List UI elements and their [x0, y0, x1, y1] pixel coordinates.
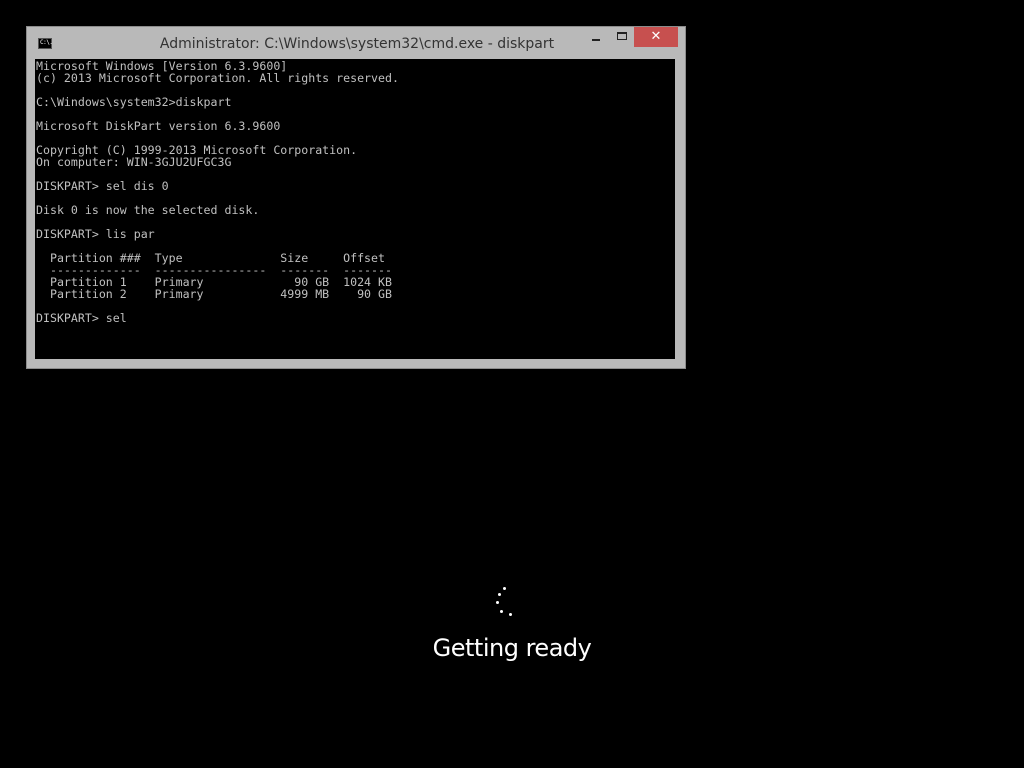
- cmd-window[interactable]: C:\. Administrator: C:\Windows\system32\…: [26, 26, 686, 369]
- spinner-dot: [496, 601, 499, 604]
- close-icon: ✕: [650, 29, 662, 44]
- title-bar[interactable]: C:\. Administrator: C:\Windows\system32\…: [27, 27, 685, 59]
- status-text: Getting ready: [432, 634, 592, 662]
- console-line: DISKPART> sel dis 0: [36, 179, 169, 193]
- console-line: (c) 2013 Microsoft Corporation. All righ…: [36, 71, 399, 85]
- minimize-icon: [592, 39, 600, 41]
- console-line: Microsoft DiskPart version 6.3.9600: [36, 119, 281, 133]
- console-line: C:\Windows\system32>diskpart: [36, 95, 232, 109]
- maximize-button[interactable]: [609, 27, 635, 47]
- loading-dots-icon: [492, 586, 518, 620]
- close-button[interactable]: ✕: [634, 27, 678, 47]
- console-line: On computer: WIN-3GJU2UFGC3G: [36, 155, 232, 169]
- maximize-icon: [617, 32, 627, 40]
- console-output[interactable]: Microsoft Windows [Version 6.3.9600] (c)…: [35, 59, 675, 359]
- minimize-button[interactable]: [583, 27, 609, 47]
- spinner-dot: [500, 610, 503, 613]
- console-line: DISKPART> lis par: [36, 227, 155, 241]
- spinner-dot: [498, 593, 501, 596]
- console-line: Disk 0 is now the selected disk.: [36, 203, 260, 217]
- console-line: Partition 2 Primary 4999 MB 90 GB: [36, 287, 392, 301]
- command-prompt-line: DISKPART> sel: [36, 311, 127, 325]
- spinner-dot: [509, 613, 512, 616]
- spinner-dot: [503, 587, 506, 590]
